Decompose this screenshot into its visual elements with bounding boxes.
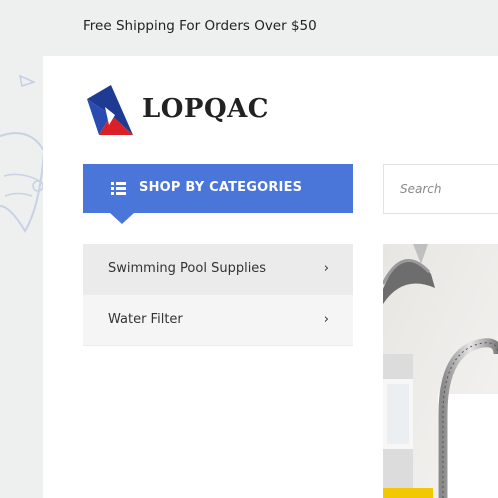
categories-label: SHOP BY CATEGORIES bbox=[139, 180, 303, 195]
top-bar: Free Shipping For Orders Over $50 bbox=[0, 0, 498, 56]
search-input[interactable] bbox=[384, 165, 498, 213]
background-pattern bbox=[0, 74, 45, 233]
site-logo[interactable]: LOPQAC bbox=[85, 85, 269, 137]
logo-mark-icon bbox=[87, 85, 133, 135]
chevron-right-icon: › bbox=[323, 261, 329, 276]
category-item-label: Swimming Pool Supplies bbox=[108, 261, 267, 276]
list-icon bbox=[111, 182, 126, 195]
category-item-swimming-pool-supplies[interactable]: Swimming Pool Supplies › bbox=[83, 244, 353, 295]
search-box bbox=[383, 164, 498, 214]
category-item-water-filter[interactable]: Water Filter › bbox=[83, 295, 353, 346]
hero-banner[interactable] bbox=[383, 244, 498, 498]
category-list: Swimming Pool Supplies › Water Filter › bbox=[83, 244, 353, 346]
shop-by-categories-button[interactable]: SHOP BY CATEGORIES bbox=[83, 164, 353, 213]
kitchen-faucet-photo bbox=[383, 244, 498, 498]
logo-text: LOPQAC bbox=[142, 94, 269, 124]
categories-pointer bbox=[110, 213, 134, 224]
shipping-notice: Free Shipping For Orders Over $50 bbox=[83, 18, 317, 34]
category-item-label: Water Filter bbox=[108, 312, 183, 327]
chevron-right-icon: › bbox=[323, 312, 329, 327]
